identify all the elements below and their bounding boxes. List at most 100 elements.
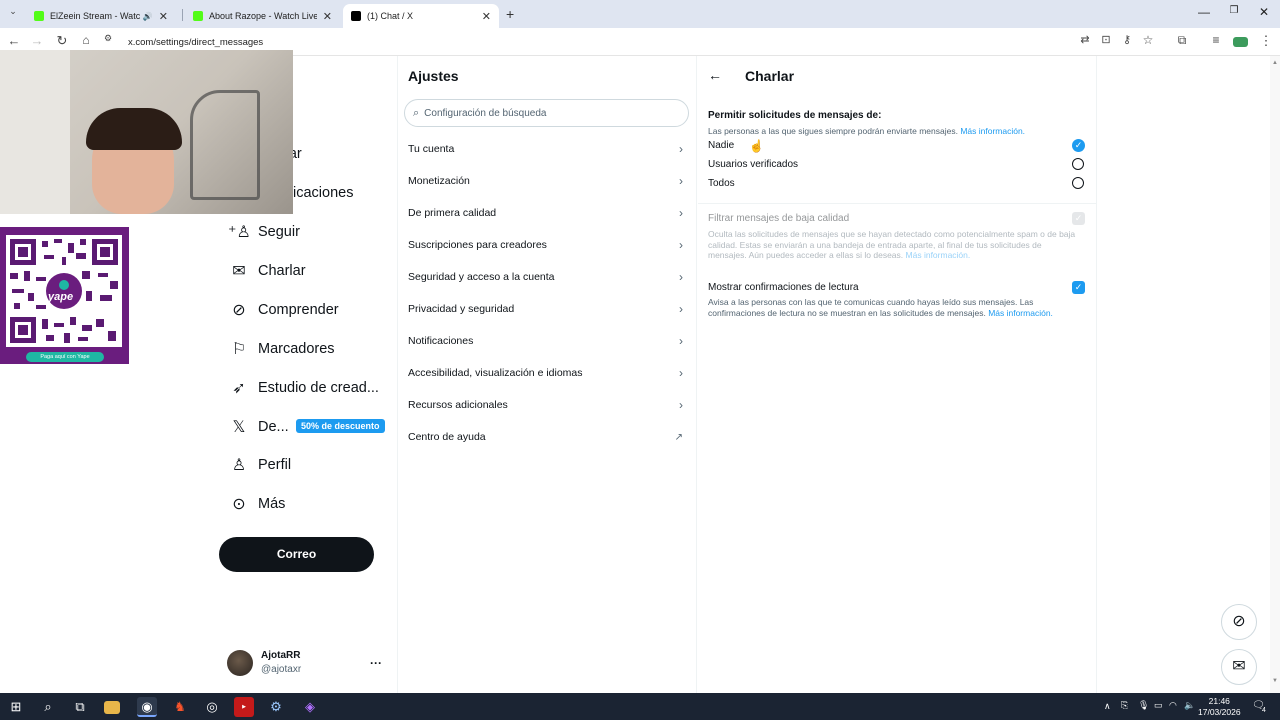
- nav-item-more[interactable]: ⊙ Más: [228, 492, 285, 516]
- messages-float-icon[interactable]: ✉: [1221, 649, 1257, 685]
- extensions-icon[interactable]: ⧉: [1173, 33, 1191, 48]
- speaker-icon[interactable]: 🔊: [143, 12, 153, 21]
- option-everyone-radio[interactable]: [1072, 177, 1084, 189]
- scroll-up-icon[interactable]: ▲: [1272, 60, 1278, 66]
- nav-label: Seguir: [258, 224, 300, 240]
- settings-item-security[interactable]: Seguridad y acceso a la cuenta ›: [408, 267, 683, 287]
- tab-2[interactable]: About Razope - Watch Live on ✕: [185, 4, 340, 28]
- minimize-icon[interactable]: —: [1194, 5, 1214, 19]
- read-receipts-checkbox-checked[interactable]: ✓: [1072, 281, 1085, 294]
- home-icon[interactable]: ⌂: [77, 33, 95, 47]
- option-verified-radio[interactable]: [1072, 158, 1084, 170]
- tab-3-active[interactable]: (1) Chat / X ✕: [343, 4, 499, 28]
- avatar[interactable]: [227, 650, 253, 676]
- filter-title: Filtrar mensajes de baja calidad: [708, 213, 850, 224]
- rocket-icon: ➶: [232, 380, 246, 397]
- nav-item-profile[interactable]: ♙ Perfil: [228, 453, 291, 477]
- nav-item-follow[interactable]: ⁺♙ Seguir: [228, 220, 300, 244]
- microphone-icon[interactable]: 🎙: [1138, 700, 1149, 711]
- nav-label: Más: [258, 496, 286, 512]
- address-bar[interactable]: x.com/settings/direct_messages: [128, 37, 263, 48]
- filter-checkbox-disabled[interactable]: ✓: [1072, 212, 1085, 225]
- more-info-link[interactable]: Más información.: [988, 308, 1053, 318]
- scrollbar[interactable]: ▲ ▼: [1270, 56, 1280, 693]
- close-tab-icon[interactable]: ✕: [159, 10, 168, 23]
- password-key-icon[interactable]: ⚷: [1118, 33, 1136, 46]
- reload-icon[interactable]: ↻: [53, 33, 71, 49]
- settings-item-monetization[interactable]: Monetización ›: [408, 171, 683, 191]
- install-icon[interactable]: ⊡: [1097, 33, 1115, 46]
- obs-icon[interactable]: ◎: [202, 697, 222, 717]
- back-arrow-icon[interactable]: ←: [708, 67, 722, 83]
- settings-item-premium[interactable]: De primera calidad ›: [408, 203, 683, 223]
- video-app-icon[interactable]: ▶: [234, 697, 254, 717]
- follow-icon: ⁺♙: [228, 224, 251, 241]
- divider: [698, 203, 1096, 204]
- settings-item-help-center[interactable]: Centro de ayuda ↗: [408, 427, 683, 447]
- chevron-right-icon: ›: [679, 270, 683, 284]
- volume-icon[interactable]: 🔈: [1184, 700, 1195, 711]
- bookmark-star-icon[interactable]: ☆: [1139, 33, 1157, 47]
- nav-item-grok[interactable]: ⊘ Comprender: [228, 298, 338, 322]
- settings-item-privacy[interactable]: Privacidad y seguridad ›: [408, 299, 683, 319]
- network-icon[interactable]: ▭: [1154, 700, 1163, 711]
- tab-1[interactable]: ElZeein Stream - Watch Live 🔊 ✕: [26, 4, 176, 28]
- taskbar-search-icon[interactable]: ⌕: [38, 697, 58, 717]
- settings-item-accessibility[interactable]: Accesibilidad, visualización e idiomas ›: [408, 363, 683, 383]
- brave-icon[interactable]: ♞: [170, 697, 190, 717]
- nav-item-premium[interactable]: 𝕏 De...: [228, 415, 289, 439]
- wifi-icon[interactable]: ◠: [1169, 700, 1177, 711]
- tab-search-icon[interactable]: ⌄: [4, 6, 22, 17]
- option-nadie-radio-checked[interactable]: ✓: [1072, 139, 1085, 152]
- settings-item-creator-subscriptions[interactable]: Suscripciones para creadores ›: [408, 235, 683, 255]
- task-view-icon[interactable]: ⧉: [70, 697, 90, 717]
- chrome-icon[interactable]: ◉: [137, 697, 157, 717]
- back-icon[interactable]: ←: [5, 33, 23, 48]
- restore-icon[interactable]: ❐: [1224, 5, 1244, 16]
- option-label: Usuarios verificados: [708, 159, 799, 170]
- settings-item-notifications[interactable]: Notificaciones ›: [408, 331, 683, 351]
- account-more-icon[interactable]: ···: [370, 656, 382, 670]
- file-explorer-icon[interactable]: [104, 701, 120, 714]
- nav-label: Charlar: [258, 263, 306, 279]
- external-link-icon: ↗: [674, 431, 683, 443]
- media-icon[interactable]: ≡: [1207, 33, 1225, 47]
- discount-badge[interactable]: 50% de descuento: [296, 419, 385, 433]
- settings-item-account[interactable]: Tu cuenta ›: [408, 139, 683, 159]
- settings-item-label: De primera calidad: [408, 207, 497, 219]
- settings-search-input[interactable]: ⌕ Configuración de búsqueda: [404, 99, 689, 127]
- app-icon[interactable]: ◈: [300, 697, 320, 717]
- post-button[interactable]: Correo: [219, 537, 374, 572]
- forward-icon[interactable]: →: [28, 33, 46, 48]
- chevron-right-icon: ›: [679, 206, 683, 220]
- nav-item-notifications[interactable]: icaciones: [293, 181, 353, 205]
- close-tab-icon[interactable]: ✕: [482, 10, 491, 23]
- kick-favicon-icon: [193, 11, 203, 21]
- translate-icon[interactable]: ⇄: [1076, 33, 1094, 46]
- close-tab-icon[interactable]: ✕: [323, 10, 332, 23]
- option-label: Nadie: [708, 140, 735, 151]
- chevron-right-icon: ›: [679, 174, 683, 188]
- grok-float-icon[interactable]: ⊘: [1221, 604, 1257, 640]
- nav-label: Marcadores: [258, 341, 335, 357]
- more-info-link[interactable]: Más información.: [960, 126, 1025, 136]
- tray-chevron-icon[interactable]: ∧: [1104, 701, 1111, 712]
- notification-count: 4: [1262, 707, 1266, 714]
- settings-item-resources[interactable]: Recursos adicionales ›: [408, 395, 683, 415]
- close-window-icon[interactable]: ✕: [1254, 5, 1274, 19]
- nav-item-creator-studio[interactable]: ➶ Estudio de cread...: [228, 376, 379, 400]
- nav-item-bookmarks[interactable]: ⚐ Marcadores: [228, 337, 335, 361]
- profile-avatar-icon[interactable]: [1233, 37, 1248, 47]
- more-info-link[interactable]: Más información.: [906, 250, 971, 260]
- menu-kebab-icon[interactable]: ⋮: [1257, 33, 1275, 49]
- divider: [1096, 56, 1097, 693]
- taskbar-clock[interactable]: 21:46 17/03/2026: [1198, 696, 1241, 718]
- site-info-icon[interactable]: ⚙: [103, 33, 113, 44]
- steam-icon[interactable]: ⚙: [266, 697, 286, 717]
- tray-icon[interactable]: ⎘: [1121, 700, 1128, 711]
- nav-item-chat[interactable]: ✉ Charlar: [228, 259, 306, 283]
- new-tab-button[interactable]: +: [506, 6, 514, 22]
- windows-start-icon[interactable]: ⊞: [6, 697, 26, 717]
- yape-logo: yape: [48, 291, 74, 303]
- scroll-down-icon[interactable]: ▼: [1272, 678, 1278, 684]
